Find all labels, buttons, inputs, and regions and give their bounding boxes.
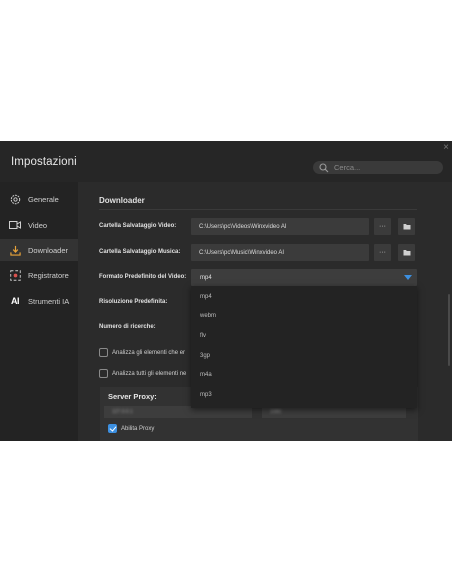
format-select[interactable]: mp4 [191, 269, 417, 286]
proxy-port-value: 1080 [270, 409, 282, 415]
search-placeholder: Cerca... [334, 163, 361, 172]
music-folder-field[interactable]: C:\Users\pc\Music\Winxvideo AI [191, 244, 369, 261]
sidebar-item-strumenti-ia[interactable]: AI Strumenti IA [0, 290, 78, 312]
sidebar-item-label: Strumenti IA [28, 296, 70, 306]
dropdown-option-flv[interactable]: flv [191, 326, 417, 345]
enable-proxy-checkbox[interactable] [108, 424, 117, 433]
enable-proxy-label: Abilita Proxy [121, 425, 155, 432]
checkbox-label: Analizza gli elementi che er [112, 349, 186, 356]
checkbox-label: Analizza tutti gli elementi ne [112, 370, 187, 377]
download-icon [9, 244, 21, 256]
ai-icon: AI [11, 296, 20, 306]
sidebar-item-registratore[interactable]: Registratore [0, 264, 78, 286]
browse-music-button[interactable]: ··· [374, 244, 391, 261]
sidebar-item-label: Registratore [28, 270, 69, 280]
sidebar-item-generale[interactable]: Generale [0, 188, 78, 210]
dropdown-option-mp4[interactable]: mp4 [191, 287, 417, 306]
format-selected-value: mp4 [200, 274, 212, 281]
format-label: Formato Predefinito del Video: [99, 274, 187, 280]
search-count-label: Numero di ricerche: [99, 324, 156, 330]
folder-icon [403, 250, 410, 256]
browse-video-button[interactable]: ··· [374, 218, 391, 235]
sidebar-item-label: Downloader [28, 245, 69, 255]
video-folder-label: Cartella Salvataggio Video: [99, 223, 177, 229]
window-title: Impostazioni [11, 156, 77, 168]
dropdown-option-m4a[interactable]: m4a [191, 365, 417, 384]
dropdown-option-webm[interactable]: webm [191, 306, 417, 325]
video-folder-field[interactable]: C:\Users\pc\Videos\Winxvideo AI [191, 218, 369, 235]
format-dropdown-list: mp4 webm flv 3gp m4a mp3 [191, 286, 417, 408]
resolution-label: Risoluzione Predefinita: [99, 299, 168, 305]
sidebar-item-video[interactable]: Video [0, 214, 78, 236]
sidebar: Generale Video Downloader Registratore A… [0, 182, 78, 441]
checkbox[interactable] [99, 348, 108, 357]
checkbox-row-analyze-2[interactable]: Analizza tutti gli elementi ne [99, 369, 186, 378]
proxy-title: Server Proxy: [108, 392, 157, 401]
sidebar-item-downloader[interactable]: Downloader [0, 239, 78, 261]
settings-content: Downloader Cartella Salvataggio Video: C… [78, 182, 452, 441]
close-icon[interactable]: × [443, 143, 449, 153]
settings-window: Impostazioni × Cerca... Generale Video D… [0, 141, 452, 441]
sidebar-item-label: Video [28, 220, 48, 230]
section-title: Downloader [99, 196, 145, 205]
search-input[interactable]: Cerca... [313, 161, 443, 174]
checkbox[interactable] [99, 369, 108, 378]
dropdown-option-3gp[interactable]: 3gp [191, 346, 417, 365]
search-icon [319, 162, 329, 172]
dropdown-option-mp3[interactable]: mp3 [191, 385, 417, 404]
section-divider [99, 209, 417, 210]
music-folder-label: Cartella Salvataggio Musica: [99, 249, 181, 255]
title-bar: Impostazioni × Cerca... [0, 141, 452, 182]
open-video-folder-button[interactable] [398, 218, 415, 235]
chevron-down-icon [404, 275, 412, 280]
proxy-host-value: 127.0.0.1 [112, 409, 133, 415]
record-icon [9, 269, 21, 281]
checkbox-row-analyze-1[interactable]: Analizza gli elementi che er [99, 348, 185, 357]
open-music-folder-button[interactable] [398, 244, 415, 261]
folder-icon [403, 224, 410, 230]
gear-icon [9, 193, 21, 205]
sidebar-item-label: Generale [28, 194, 59, 204]
scrollbar[interactable] [448, 294, 450, 366]
enable-proxy-row[interactable]: Abilita Proxy [108, 424, 154, 433]
video-camera-icon [9, 219, 21, 231]
